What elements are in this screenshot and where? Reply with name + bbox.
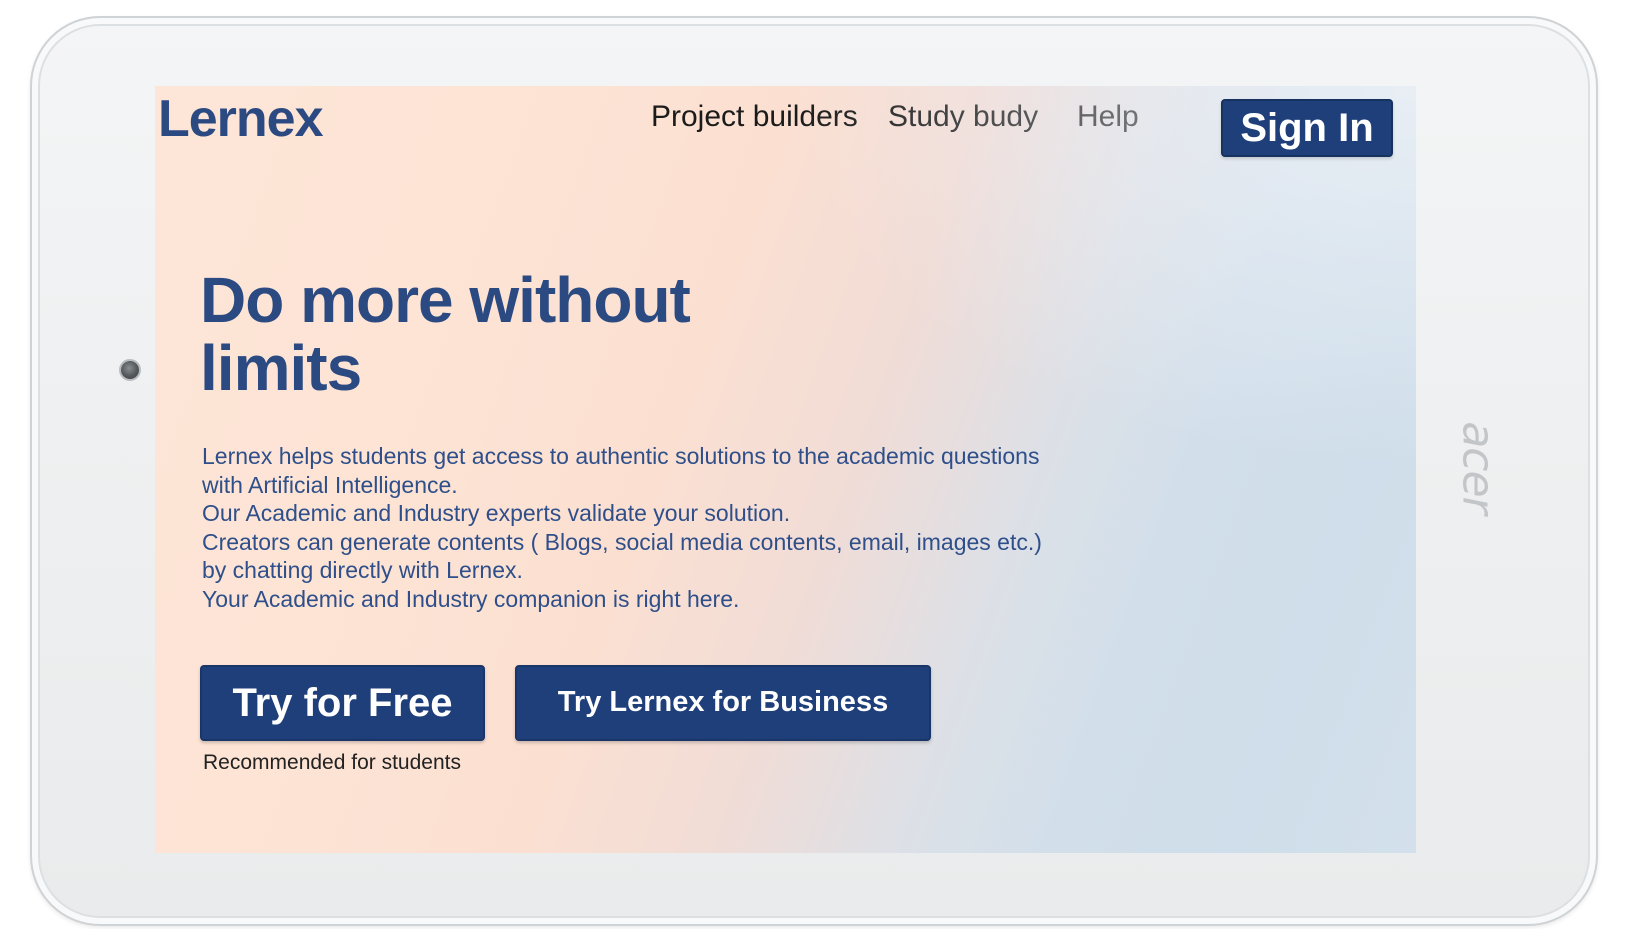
hero-description-line: Our Academic and Industry experts valida… (202, 500, 791, 526)
site-logo[interactable]: Lernex (158, 89, 324, 149)
nav-study-budy[interactable]: Study budy (888, 100, 1038, 134)
nav-help[interactable]: Help (1077, 100, 1139, 134)
hero-description-line: Lernex helps students get access to auth… (202, 443, 1040, 469)
try-for-free-button[interactable]: Try for Free (200, 665, 485, 741)
recommended-note: Recommended for students (203, 751, 461, 774)
front-camera (119, 359, 141, 381)
hero-title: Do more without limits (200, 264, 691, 404)
hero-description: Lernex helps students get access to auth… (202, 442, 1162, 613)
viewport: acer Lernex Project builders Study budy … (0, 0, 1645, 929)
try-for-business-button[interactable]: Try Lernex for Business (515, 665, 931, 741)
nav-project-builders[interactable]: Project builders (651, 100, 858, 134)
device-brand-logo: acer (1452, 420, 1504, 514)
hero-description-line: by chatting directly with Lernex. (202, 557, 523, 583)
hero-description-line: with Artificial Intelligence. (202, 471, 458, 498)
hero-description-line: Your Academic and Industry companion is … (202, 585, 740, 612)
sign-in-button[interactable]: Sign In (1221, 99, 1393, 157)
hero-description-line: Creators can generate contents ( Blogs, … (202, 528, 1042, 555)
tablet-screen: Lernex Project builders Study budy Help … (155, 86, 1416, 853)
